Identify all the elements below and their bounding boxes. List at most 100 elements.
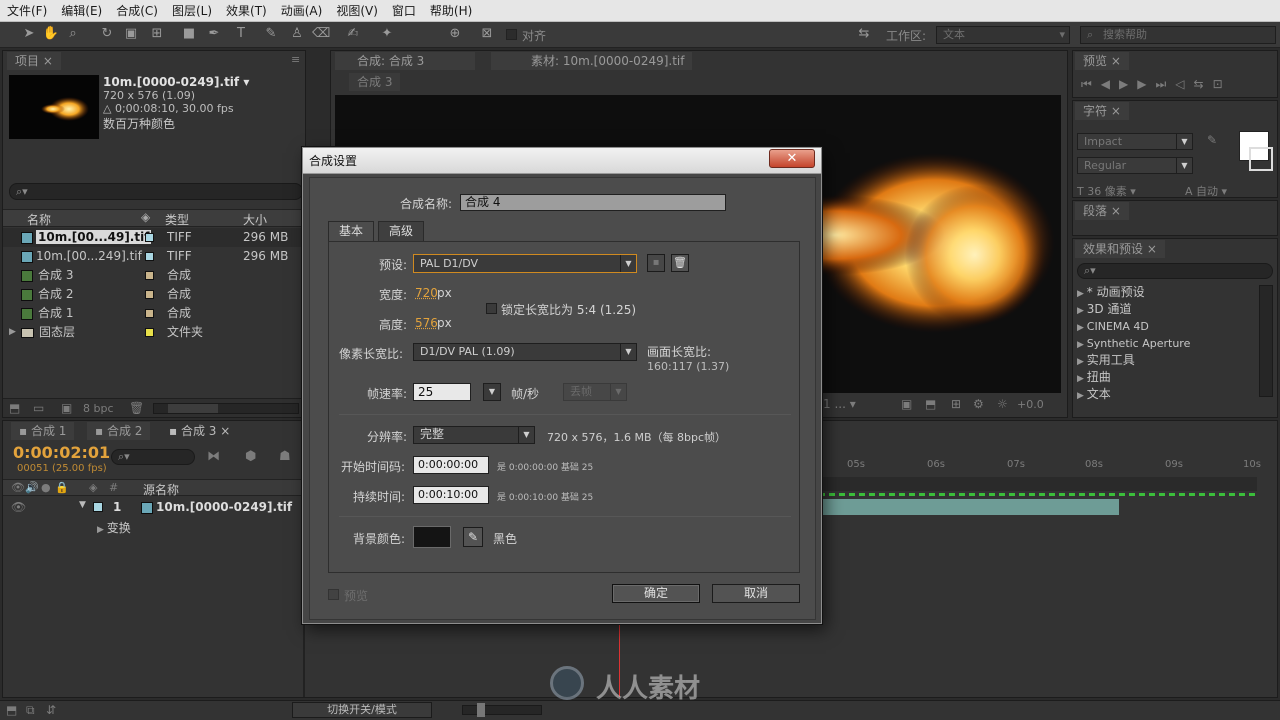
comp-viewer-tab[interactable]: 合成: 合成 3 bbox=[335, 52, 475, 70]
col-size[interactable]: 大小 bbox=[243, 211, 267, 228]
paragraph-tab[interactable]: 段落 × bbox=[1075, 202, 1129, 220]
clone-stamp-tool-icon[interactable]: ♙ bbox=[288, 25, 306, 43]
current-timecode[interactable]: 0:00:02:01 bbox=[13, 443, 110, 462]
project-search-input[interactable]: ⌕▾ bbox=[9, 183, 303, 200]
stroke-color-swatch[interactable] bbox=[1249, 147, 1273, 171]
solo-column-icon[interactable]: ● bbox=[41, 481, 51, 494]
project-item[interactable]: 合成 1 合成 bbox=[3, 304, 305, 323]
snapshot-icon[interactable]: ▣ bbox=[901, 397, 912, 411]
effects-item[interactable]: ▶ CINEMA 4D bbox=[1077, 318, 1257, 335]
playback-controls[interactable]: ⏮◀▶▶⏭◁⇆⊡ bbox=[1081, 77, 1232, 92]
rotate-tool-icon[interactable]: ↻ bbox=[98, 25, 116, 43]
disclosure-triangle-icon[interactable]: ▶ bbox=[9, 323, 16, 342]
menu-effect[interactable]: 效果(T) bbox=[219, 0, 274, 22]
label-swatch[interactable] bbox=[145, 328, 154, 337]
selection-tool-icon[interactable]: ➤ bbox=[20, 25, 38, 43]
viewer-zoom-select[interactable]: 1 ... ▾ bbox=[823, 397, 856, 411]
timeline-tab-3[interactable]: ▪ 合成 3 × bbox=[161, 422, 239, 440]
comp-breadcrumb[interactable]: 合成 3 bbox=[349, 73, 401, 91]
menu-composition[interactable]: 合成(C) bbox=[109, 0, 165, 22]
exposure-value[interactable]: +0.0 bbox=[1017, 398, 1044, 411]
menu-layer[interactable]: 图层(L) bbox=[165, 0, 219, 22]
effects-item[interactable]: ▶ 3D 通道 bbox=[1077, 301, 1257, 318]
pan-behind-tool-icon[interactable]: ⊞ bbox=[148, 25, 166, 43]
preset-select[interactable]: PAL D1/DV ▼ bbox=[413, 254, 637, 273]
start-timecode-input[interactable]: 0:00:00:00 bbox=[413, 456, 489, 474]
new-comp-icon[interactable]: ▣ bbox=[61, 401, 72, 415]
network-icon[interactable]: ⚙ bbox=[973, 397, 984, 411]
lock-aspect-checkbox[interactable] bbox=[486, 303, 497, 314]
puppet-tool-icon[interactable]: ✦ bbox=[378, 25, 396, 43]
new-folder-icon[interactable]: ▭ bbox=[33, 401, 44, 415]
project-item[interactable]: 10m.[00...249].tif TIFF 296 MB bbox=[3, 247, 305, 266]
flowchart-icon[interactable]: ⊞ bbox=[951, 397, 961, 411]
menu-view[interactable]: 视图(V) bbox=[329, 0, 385, 22]
resolution-select[interactable]: 完整 ▼ bbox=[413, 426, 535, 444]
label-swatch[interactable] bbox=[145, 290, 154, 299]
visibility-toggle-icon[interactable]: 👁 bbox=[11, 500, 26, 514]
time-ruler[interactable]: 05s 06s 07s 08s 09s 10s bbox=[819, 445, 1261, 475]
eyedropper-icon[interactable]: ✎ bbox=[463, 527, 483, 547]
timeline-tab-2[interactable]: ▪ 合成 2 bbox=[87, 422, 151, 440]
menu-file[interactable]: 文件(F) bbox=[0, 0, 54, 22]
transform-group[interactable]: ▶ 变换 bbox=[97, 519, 131, 536]
comp-name-input[interactable]: 合成 4 bbox=[460, 194, 726, 211]
audio-column-icon[interactable]: 🔊 bbox=[25, 481, 39, 494]
label-swatch[interactable] bbox=[145, 271, 154, 280]
workspace-select[interactable]: 文本 ▾ bbox=[936, 26, 1070, 44]
workspace-toggle-icon[interactable]: ⇆ bbox=[852, 25, 876, 43]
drop-frame-select[interactable]: 丢帧 ▼ bbox=[563, 383, 627, 401]
zoom-tool-icon[interactable]: ⌕ bbox=[64, 25, 82, 43]
bpc-label[interactable]: 8 bpc bbox=[83, 402, 114, 415]
eyedropper-icon[interactable]: ✎ bbox=[1207, 133, 1217, 147]
project-item[interactable]: 合成 2 合成 bbox=[3, 285, 305, 304]
menu-help[interactable]: 帮助(H) bbox=[423, 0, 479, 22]
font-size-field[interactable]: T 36 像素 ▾ bbox=[1077, 183, 1136, 199]
delete-preset-icon[interactable]: 🗑 bbox=[671, 254, 689, 272]
layer-row[interactable]: 👁 ▼ 1 10m.[0000-0249].tif bbox=[3, 498, 303, 517]
font-style-select[interactable]: Regular ▼ bbox=[1077, 157, 1193, 174]
menu-window[interactable]: 窗口 bbox=[385, 0, 423, 22]
layer-name[interactable]: 10m.[0000-0249].tif bbox=[141, 500, 292, 514]
pen-tool-icon[interactable]: ✒ bbox=[205, 25, 223, 43]
hand-tool-icon[interactable]: ✋ bbox=[42, 25, 60, 43]
effects-item[interactable]: ▶ * 动画预设 bbox=[1077, 284, 1257, 301]
cancel-button[interactable]: 取消 bbox=[712, 584, 800, 603]
preview-tab[interactable]: 预览 × bbox=[1075, 52, 1129, 70]
snap-icon[interactable]: ⊠ bbox=[478, 25, 496, 43]
project-tab[interactable]: 项目 × bbox=[7, 52, 61, 70]
effects-item[interactable]: ▶ 扭曲 bbox=[1077, 369, 1257, 386]
axis-icon[interactable]: ⊕ bbox=[446, 25, 464, 43]
effects-item[interactable]: ▶ 实用工具 bbox=[1077, 352, 1257, 369]
expand-transfer-controls-icon[interactable]: ⧉ bbox=[26, 703, 35, 718]
col-type[interactable]: 类型 bbox=[165, 211, 189, 228]
frame-rate-input[interactable]: 25 bbox=[413, 383, 471, 401]
composition-mini-flowchart-icon[interactable]: ⧓ bbox=[207, 449, 220, 464]
project-item[interactable]: 合成 3 合成 bbox=[3, 266, 305, 285]
work-area-bar[interactable] bbox=[819, 477, 1257, 491]
expand-in-out-icon[interactable]: ⇵ bbox=[46, 703, 56, 717]
menu-edit[interactable]: 编辑(E) bbox=[54, 0, 109, 22]
show-snapshot-icon[interactable]: ⬒ bbox=[925, 397, 936, 411]
duration-input[interactable]: 0:00:10:00 bbox=[413, 486, 489, 504]
eraser-tool-icon[interactable]: ⌫ bbox=[312, 25, 330, 43]
rectangle-tool-icon[interactable]: ■ bbox=[180, 25, 198, 43]
project-scrollbar[interactable] bbox=[153, 403, 299, 414]
leading-field[interactable]: A 自动 ▾ bbox=[1185, 183, 1227, 199]
effects-item[interactable]: ▶ Synthetic Aperture bbox=[1077, 335, 1257, 352]
height-value[interactable]: 576 bbox=[415, 316, 438, 330]
exposure-icon[interactable]: ☼ bbox=[997, 397, 1008, 411]
interpret-footage-icon[interactable]: ⬒ bbox=[9, 401, 20, 415]
layer-label-swatch[interactable] bbox=[93, 502, 103, 512]
roto-brush-tool-icon[interactable]: ✍ bbox=[344, 25, 362, 43]
background-color-swatch[interactable] bbox=[413, 526, 451, 548]
col-name[interactable]: 名称 bbox=[27, 211, 51, 228]
effects-tab[interactable]: 效果和预设 × bbox=[1075, 240, 1165, 258]
footage-viewer-tab[interactable]: 素材: 10m.[0000-0249].tif bbox=[491, 52, 693, 70]
layer-expand-icon[interactable]: ▼ bbox=[79, 500, 86, 510]
effects-search-input[interactable]: ⌕▾ bbox=[1077, 263, 1273, 279]
visibility-column-icon[interactable]: 👁 bbox=[11, 481, 25, 494]
camera-tool-icon[interactable]: ▣ bbox=[122, 25, 140, 43]
tab-basic[interactable]: 基本 bbox=[328, 221, 375, 241]
label-column-icon[interactable]: ◈ bbox=[89, 481, 97, 494]
